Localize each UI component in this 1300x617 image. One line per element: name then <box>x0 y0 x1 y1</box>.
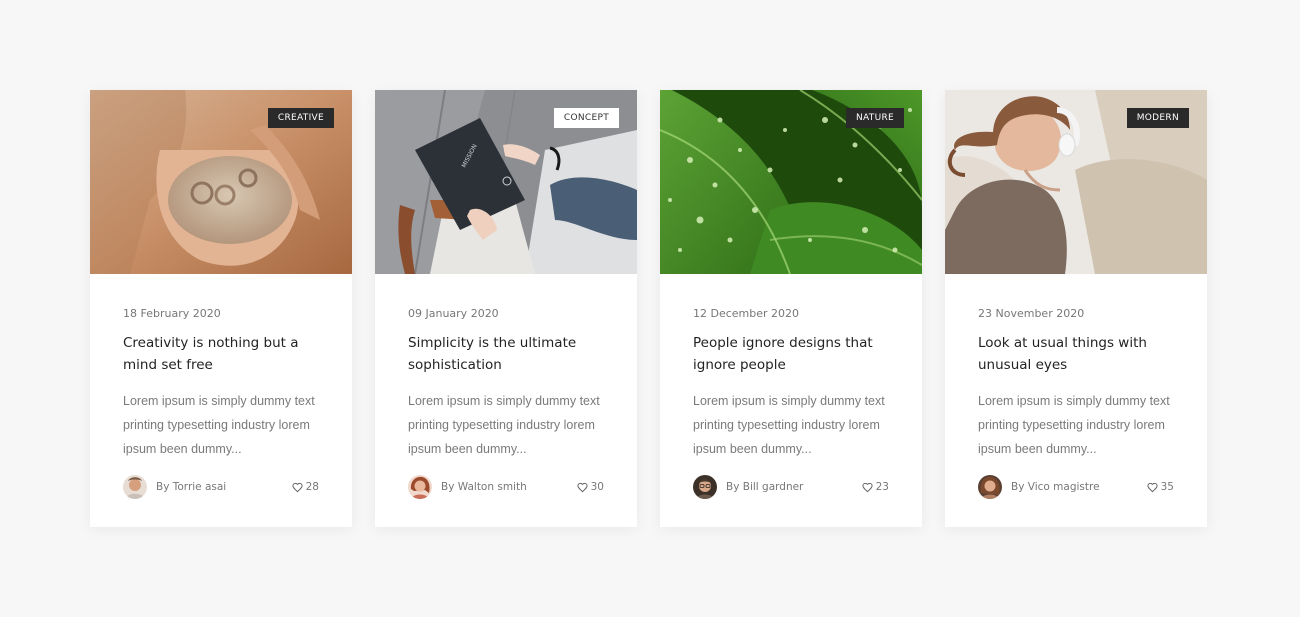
post-date: 12 December 2020 <box>693 307 800 320</box>
like-count: 30 <box>590 481 604 493</box>
post-image[interactable]: Creative <box>90 90 352 274</box>
blog-card-grid: Creative 18 February 2020 Creativity is … <box>90 90 1207 527</box>
post-meta: By Torrie asai 28 <box>123 475 319 499</box>
author-name[interactable]: By Torrie asai <box>156 481 226 493</box>
post-title[interactable]: Creativity is nothing but a mind set fre… <box>123 332 319 376</box>
post-title[interactable]: People ignore designs that ignore people <box>693 332 889 376</box>
post-image[interactable]: MISSION Concept <box>375 90 637 274</box>
post-image[interactable]: Modern <box>945 90 1207 274</box>
post-meta: By Walton smith 30 <box>408 475 604 499</box>
like-count: 23 <box>875 481 889 493</box>
post-title[interactable]: Look at usual things with unusual eyes <box>978 332 1174 376</box>
post-excerpt: Lorem ipsum is simply dummy text printin… <box>978 394 1170 456</box>
like-button[interactable]: 35 <box>1147 481 1174 493</box>
author-name[interactable]: By Walton smith <box>441 481 527 493</box>
blog-card[interactable]: MISSION Concept 09 January 2020 Simplici… <box>375 90 637 527</box>
like-count: 35 <box>1160 481 1174 493</box>
post-meta: By Vico magistre 35 <box>978 475 1174 499</box>
author[interactable]: By Torrie asai <box>123 475 226 499</box>
post-excerpt: Lorem ipsum is simply dummy text printin… <box>693 394 885 456</box>
post-excerpt: Lorem ipsum is simply dummy text printin… <box>123 394 315 456</box>
post-excerpt: Lorem ipsum is simply dummy text printin… <box>408 394 600 456</box>
category-tag[interactable]: Nature <box>845 108 904 128</box>
avatar <box>978 475 1002 499</box>
author[interactable]: By Walton smith <box>408 475 527 499</box>
author[interactable]: By Vico magistre <box>978 475 1100 499</box>
heart-icon <box>862 482 873 492</box>
heart-icon <box>292 482 303 492</box>
post-date: 18 February 2020 <box>123 307 221 320</box>
avatar <box>408 475 432 499</box>
heart-icon <box>577 482 588 492</box>
category-tag[interactable]: Concept <box>553 108 619 128</box>
post-date: 23 November 2020 <box>978 307 1085 320</box>
post-image[interactable]: Nature <box>660 90 922 274</box>
blog-card[interactable]: Nature 12 December 2020 People ignore de… <box>660 90 922 527</box>
blog-card[interactable]: Creative 18 February 2020 Creativity is … <box>90 90 352 527</box>
category-tag[interactable]: Creative <box>267 108 334 128</box>
post-date: 09 January 2020 <box>408 307 499 320</box>
like-button[interactable]: 30 <box>577 481 604 493</box>
blog-card[interactable]: Modern 23 November 2020 Look at usual th… <box>945 90 1207 527</box>
post-meta: By Bill gardner 23 <box>693 475 889 499</box>
author-name[interactable]: By Bill gardner <box>726 481 803 493</box>
avatar <box>123 475 147 499</box>
avatar <box>693 475 717 499</box>
like-count: 28 <box>305 481 319 493</box>
like-button[interactable]: 28 <box>292 481 319 493</box>
heart-icon <box>1147 482 1158 492</box>
like-button[interactable]: 23 <box>862 481 889 493</box>
author-name[interactable]: By Vico magistre <box>1011 481 1100 493</box>
post-title[interactable]: Simplicity is the ultimate sophisticatio… <box>408 332 604 376</box>
author[interactable]: By Bill gardner <box>693 475 803 499</box>
category-tag[interactable]: Modern <box>1126 108 1189 128</box>
